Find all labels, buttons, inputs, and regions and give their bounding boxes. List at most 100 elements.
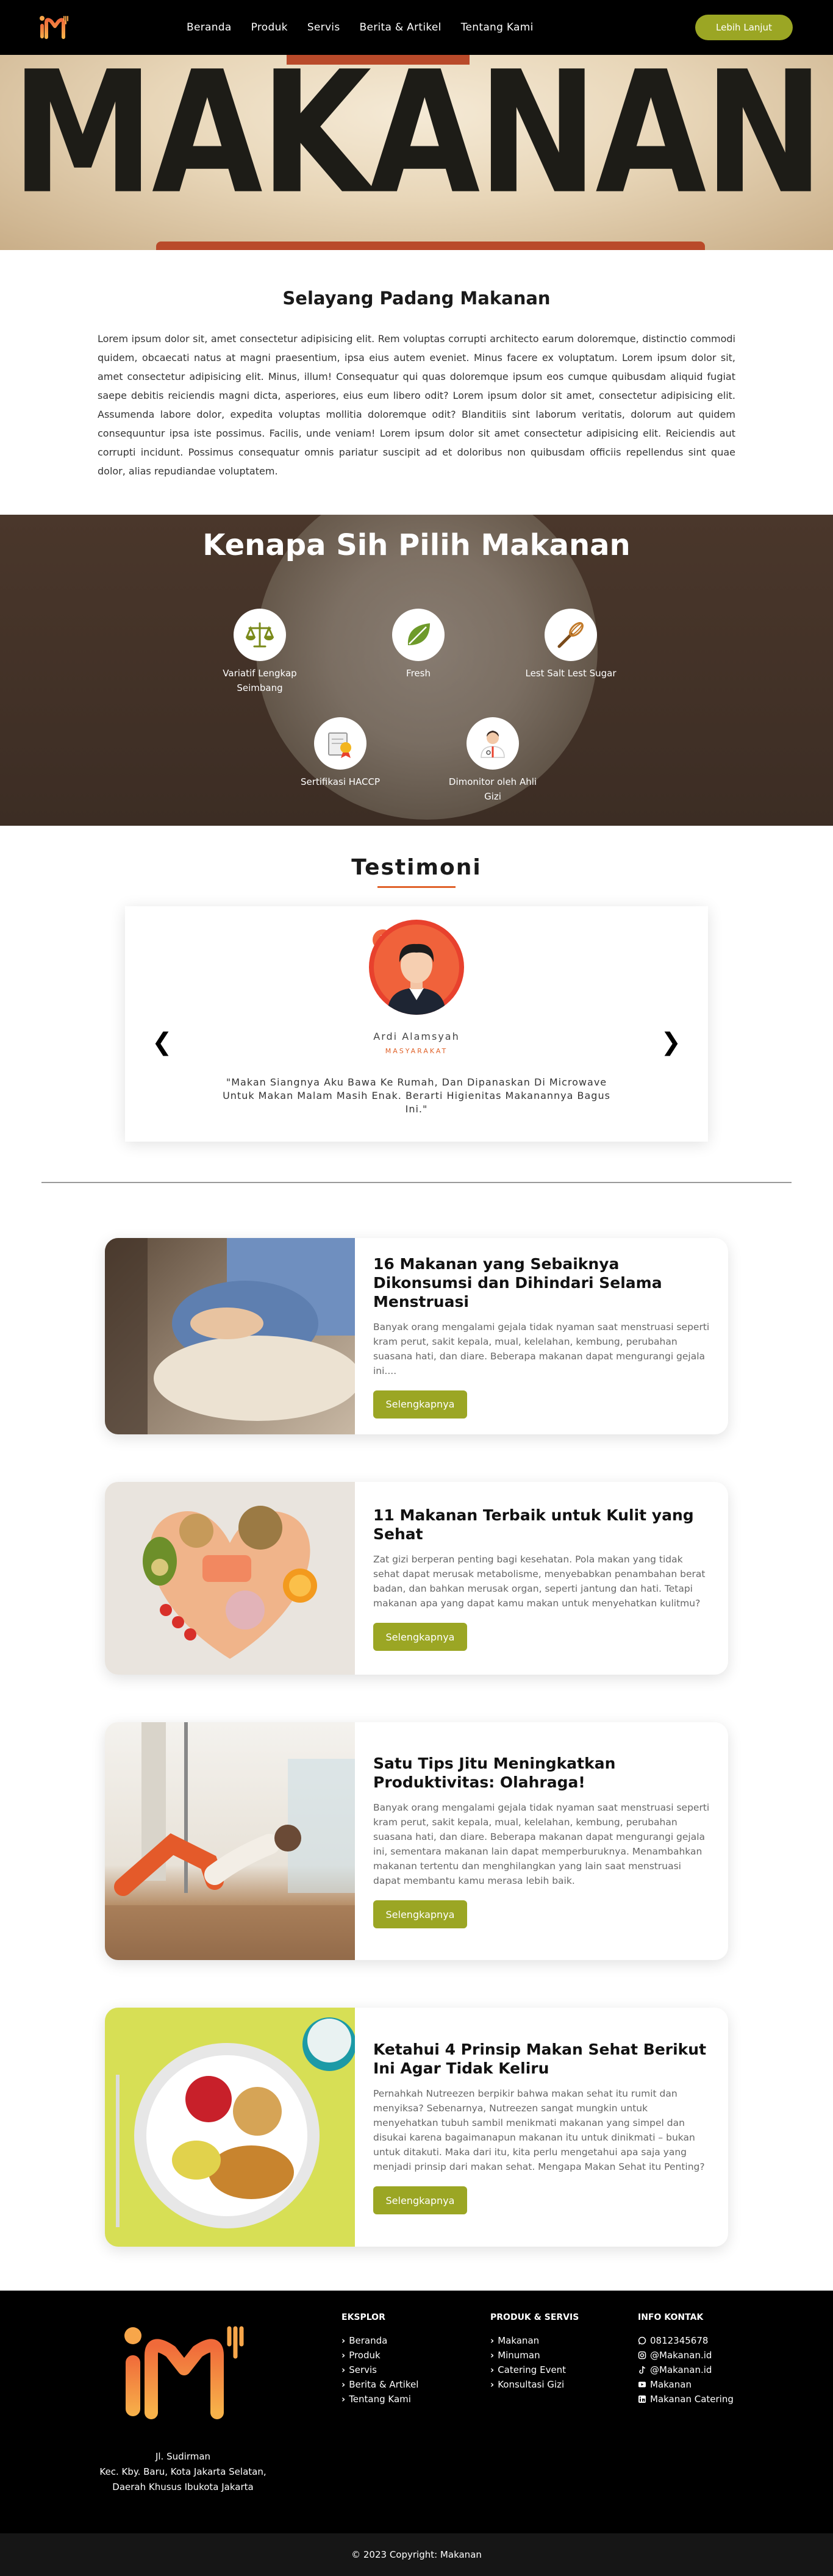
footer-link-label: Beranda	[349, 2335, 388, 2346]
footer-link-minuman[interactable]: › Minuman	[490, 2348, 579, 2363]
certificate-icon	[314, 717, 366, 770]
chevron-right-icon: ›	[490, 2379, 495, 2390]
contact-label: Makanan	[650, 2379, 692, 2390]
avatar	[369, 920, 464, 1015]
nav-servis[interactable]: Servis	[307, 21, 340, 34]
article-image-olahraga[interactable]	[105, 1722, 355, 1960]
feature-less-salt-label: Lest Salt Lest Sugar	[525, 668, 617, 679]
contact-tiktok[interactable]: @Makanan.id	[638, 2363, 748, 2377]
article-title[interactable]: 11 Makanan Terbaik untuk Kulit yang Seha…	[373, 1506, 710, 1544]
footer-link-produk[interactable]: › Produk	[341, 2348, 418, 2363]
hero-decor-bar-bottom	[156, 242, 705, 250]
selengkapnya-button[interactable]: Selengkapnya	[373, 1623, 467, 1651]
contact-label: @Makanan.id	[650, 2350, 712, 2361]
nav-produk[interactable]: Produk	[251, 21, 288, 34]
testimonial-card: ” Ardi Alamsyah MASYARAKAT "Makan Siangn…	[125, 906, 708, 1142]
testimonial-quote: "Makan Siangnya Aku Bawa Ke Rumah, Dan D…	[223, 1076, 610, 1115]
testimonial-name: Ardi Alamsyah	[373, 1031, 460, 1042]
feature-haccp: Sertifikasi HACCP	[291, 717, 389, 789]
feature-fresh: Fresh	[370, 609, 467, 681]
footer-produk-title: PRODUK & SERVIS	[490, 2313, 579, 2322]
nav-berita-artikel[interactable]: Berita & Artikel	[360, 21, 442, 34]
articles-section: 16 Makanan yang Sebaiknya Dikonsumsi dan…	[0, 1183, 833, 2291]
selengkapnya-button[interactable]: Selengkapnya	[373, 1900, 467, 1928]
footer-link-label: Produk	[349, 2350, 381, 2361]
leaf-icon	[392, 609, 445, 661]
chevron-right-icon: ›	[490, 2350, 495, 2361]
about-text: Lorem ipsum dolor sit, amet consectetur …	[98, 333, 735, 477]
footer-link-servis[interactable]: › Servis	[341, 2363, 418, 2377]
article-title[interactable]: Ketahui 4 Prinsip Makan Sehat Berikut In…	[373, 2040, 710, 2078]
article-excerpt: Banyak orang mengalami gejala tidak nyam…	[373, 1321, 710, 1376]
nav-beranda[interactable]: Beranda	[187, 21, 232, 34]
footer-address: Jl. Sudirman Kec. Kby. Baru, Kota Jakart…	[79, 2449, 287, 2495]
article-image-kulit[interactable]	[105, 1482, 355, 1675]
article-title[interactable]: Satu Tips Jitu Meningkatkan Produktivita…	[373, 1754, 710, 1792]
footer-link-berita[interactable]: › Berita & Artikel	[341, 2377, 418, 2392]
article-image-menstruasi[interactable]	[105, 1238, 355, 1434]
article-title[interactable]: 16 Makanan yang Sebaiknya Dikonsumsi dan…	[373, 1254, 710, 1311]
footer-link-label: Makanan	[498, 2335, 540, 2346]
article-excerpt: Pernahkah Nutreezen berpikir bahwa makan…	[373, 2088, 705, 2172]
nav-tentang-kami[interactable]: Tentang Kami	[461, 21, 534, 34]
main-nav: Beranda Produk Servis Berita & Artikel T…	[187, 21, 534, 34]
chevron-right-icon: ›	[341, 2350, 346, 2361]
lebih-lanjut-button[interactable]: Lebih Lanjut	[695, 15, 793, 40]
whisk-icon	[545, 609, 597, 661]
feature-fresh-label: Fresh	[406, 668, 431, 679]
contact-youtube[interactable]: Makanan	[638, 2377, 748, 2392]
footer-link-label: Minuman	[498, 2350, 540, 2361]
feature-variatif-label: Variatif Lengkap Seimbang	[223, 668, 297, 693]
article-card: Ketahui 4 Prinsip Makan Sehat Berikut In…	[105, 2008, 728, 2247]
chevron-right-icon: ›	[490, 2335, 495, 2346]
hero-title: MAKANAN	[11, 55, 824, 231]
selengkapnya-button[interactable]: Selengkapnya	[373, 1390, 467, 1419]
copyright-bar: © 2023 Copyright: Makanan	[0, 2533, 833, 2576]
chevron-right-icon: ›	[341, 2394, 346, 2405]
contact-label: 0812345678	[650, 2335, 709, 2346]
next-testimonial-icon[interactable]: ❯	[660, 1028, 681, 1056]
testimonial-role: MASYARAKAT	[385, 1047, 448, 1055]
about-title: Selayang Padang Makanan	[282, 288, 551, 309]
contact-instagram[interactable]: @Makanan.id	[638, 2348, 748, 2363]
contact-whatsapp[interactable]: 0812345678	[638, 2333, 748, 2348]
contact-linkedin[interactable]: Makanan Catering	[638, 2392, 748, 2406]
nutritionist-icon	[467, 717, 519, 770]
footer-link-label: Konsultasi Gizi	[498, 2379, 565, 2390]
chevron-right-icon: ›	[341, 2379, 346, 2390]
footer-logo[interactable]	[116, 2321, 250, 2425]
instagram-icon	[638, 2351, 646, 2360]
article-excerpt: Zat gizi berperan penting bagi kesehatan…	[373, 1554, 706, 1609]
contact-label: @Makanan.id	[650, 2364, 712, 2375]
footer-link-tentang[interactable]: › Tentang Kami	[341, 2392, 418, 2406]
footer-link-label: Tentang Kami	[349, 2394, 411, 2405]
footer-link-konsultasi[interactable]: › Konsultasi Gizi	[490, 2377, 579, 2392]
tiktok-icon	[639, 2366, 646, 2374]
feature-variatif: Variatif Lengkap Seimbang	[211, 609, 309, 695]
article-image-makan-sehat[interactable]	[105, 2008, 355, 2247]
footer: Jl. Sudirman Kec. Kby. Baru, Kota Jakart…	[0, 2291, 833, 2533]
article-card: 16 Makanan yang Sebaiknya Dikonsumsi dan…	[105, 1238, 728, 1434]
why-title: Kenapa Sih Pilih Makanan	[202, 528, 631, 562]
footer-link-beranda[interactable]: › Beranda	[341, 2333, 418, 2348]
contact-label: Makanan Catering	[650, 2394, 734, 2405]
footer-kontak: INFO KONTAK 0812345678 @Makanan.id @Maka…	[638, 2313, 748, 2406]
prev-testimonial-icon[interactable]: ❮	[152, 1028, 173, 1056]
selengkapnya-button[interactable]: Selengkapnya	[373, 2186, 467, 2214]
address-line: Kec. Kby. Baru, Kota Jakarta Selatan,	[99, 2466, 266, 2477]
address-line: Jl. Sudirman	[155, 2451, 211, 2462]
footer-link-label: Berita & Artikel	[349, 2379, 419, 2390]
footer-link-catering[interactable]: › Catering Event	[490, 2363, 579, 2377]
testimoni-underline	[377, 886, 456, 888]
site-logo[interactable]	[37, 14, 71, 41]
chevron-right-icon: ›	[490, 2364, 495, 2375]
chevron-right-icon: ›	[341, 2364, 346, 2375]
footer-link-makanan[interactable]: › Makanan	[490, 2333, 579, 2348]
article-body: 11 Makanan Terbaik untuk Kulit yang Seha…	[355, 1482, 728, 1675]
testimoni-section: Testimoni ” Ardi Alamsyah MASYARAKAT "Ma…	[0, 826, 833, 1183]
navbar: Beranda Produk Servis Berita & Artikel T…	[0, 0, 833, 55]
article-card: Satu Tips Jitu Meningkatkan Produktivita…	[105, 1722, 728, 1960]
scale-icon	[234, 609, 286, 661]
feature-less-salt: Lest Salt Lest Sugar	[522, 609, 620, 681]
feature-haccp-label: Sertifikasi HACCP	[300, 776, 381, 787]
